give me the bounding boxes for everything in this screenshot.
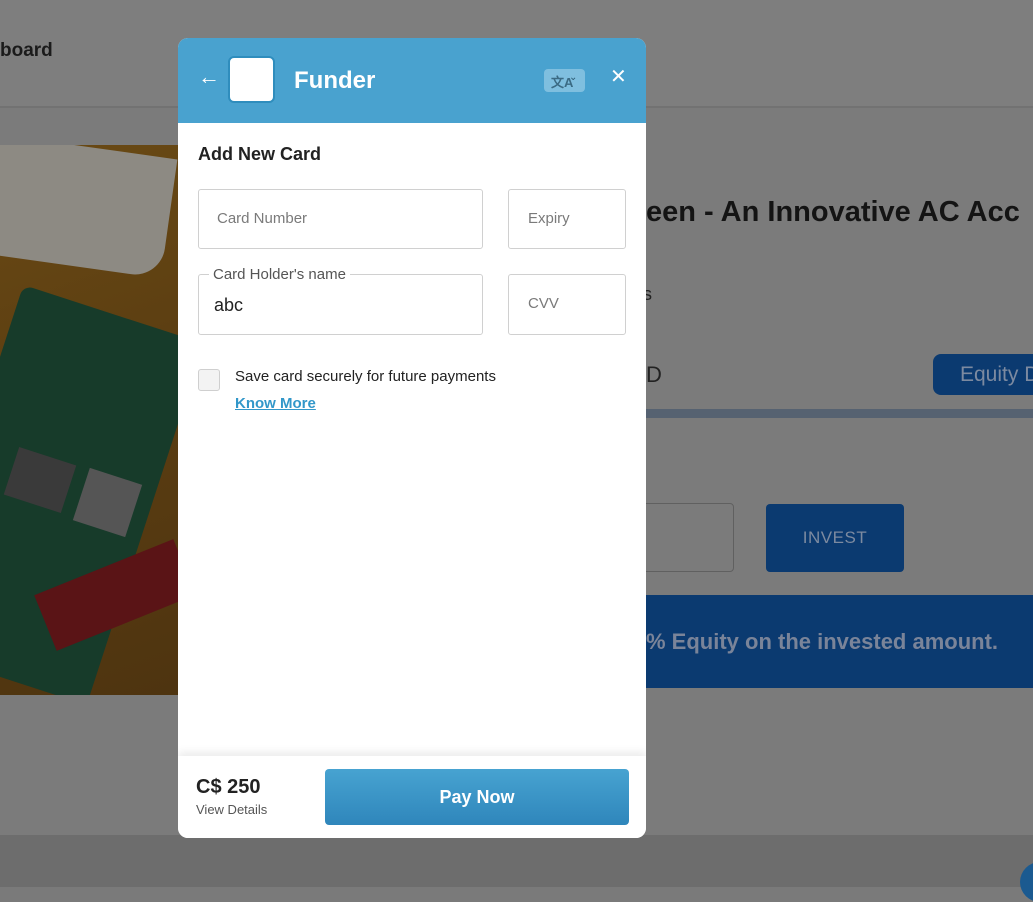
card-holder-label: Card Holder's name (209, 266, 350, 283)
language-selector[interactable]: 文A ⌄ (544, 69, 585, 92)
nav-dashboard-link: board (0, 40, 53, 61)
project-title: een - An Innovative AC Acc (646, 196, 1020, 228)
site-footer (0, 835, 1033, 887)
save-card-checkbox[interactable] (198, 369, 220, 391)
progress-bar (646, 409, 1033, 418)
invest-button: INVEST (766, 504, 904, 572)
merchant-name: Funder (294, 67, 376, 94)
chevron-down-icon: ⌄ (569, 72, 578, 83)
expiry-field[interactable]: Expiry (508, 189, 626, 249)
back-arrow-icon[interactable]: ← (198, 66, 220, 88)
modal-footer: C$ 250 View Details Pay Now (178, 756, 646, 838)
form-title: Add New Card (198, 144, 322, 164)
card-number-field[interactable]: Card Number (198, 189, 483, 249)
card-holder-value: abc (214, 295, 244, 315)
card-holder-field[interactable]: Card Holder's name abc (198, 266, 483, 335)
save-card-label: Save card securely for future payments (235, 368, 496, 385)
view-details-link[interactable]: View Details (196, 802, 267, 817)
merchant-logo (228, 56, 275, 103)
pay-now-button[interactable]: Pay Now (325, 769, 629, 825)
know-more-link[interactable]: Know More (235, 395, 316, 412)
equity-banner: % Equity on the invested amount. (646, 595, 1033, 688)
close-icon[interactable]: ✕ (610, 67, 627, 87)
amount-total: C$ 250 (196, 776, 261, 798)
payment-modal: ← Funder 文A ⌄ ✕ Add New Card Card Number… (178, 38, 646, 838)
card-number-placeholder: Card Number (217, 210, 308, 227)
goal-text: D (646, 362, 662, 387)
modal-header: ← Funder 文A ⌄ ✕ (178, 38, 646, 123)
cvv-field[interactable]: CVV (508, 274, 626, 335)
equity-badge: Equity D (933, 354, 1033, 395)
project-image (0, 145, 178, 695)
expiry-placeholder: Expiry (528, 210, 570, 227)
cvv-placeholder: CVV (528, 295, 559, 312)
amount-input (640, 503, 734, 572)
